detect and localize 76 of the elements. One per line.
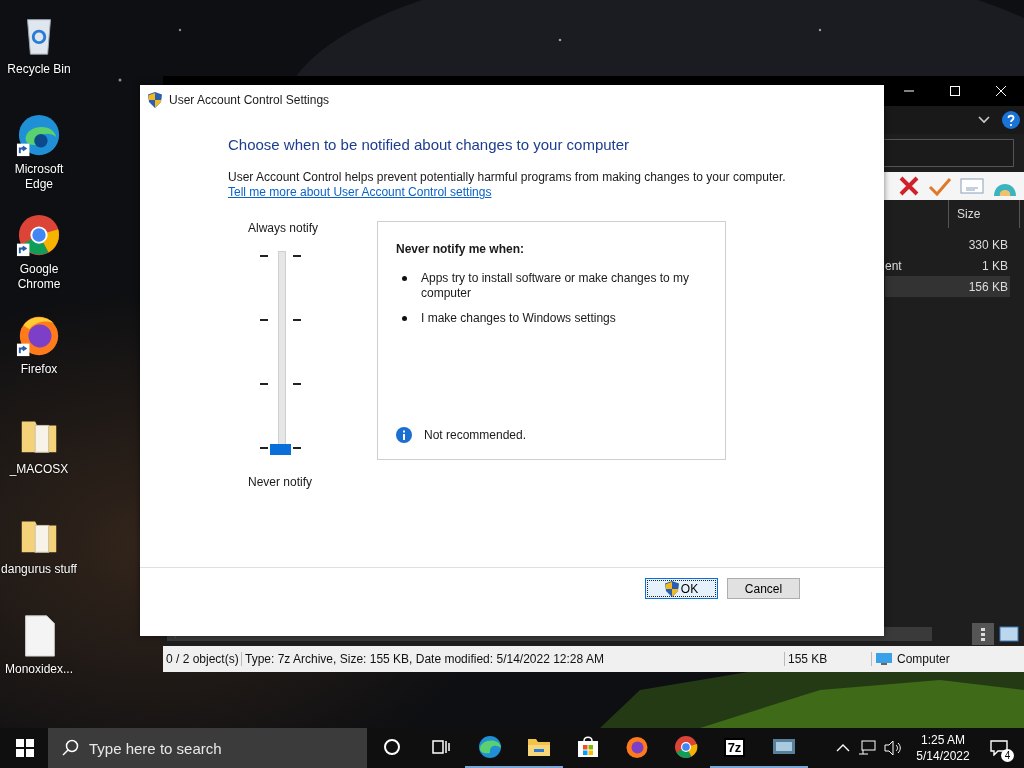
status-text: 155 KB	[784, 652, 871, 666]
tick-mark	[260, 319, 268, 321]
icon-label: Monoxidex...	[3, 662, 74, 677]
store-icon[interactable]	[576, 736, 599, 758]
slider-label: Always notify	[248, 221, 319, 236]
tick-mark	[260, 255, 268, 257]
bullet-text: Apps try to install software or make changes to my computer	[421, 271, 691, 301]
icon-label: Recycle Bin	[6, 62, 72, 77]
help-link[interactable]: Tell me more about User Account Control settings	[228, 185, 492, 199]
bullet-dot	[402, 316, 407, 321]
chevron-icon[interactable]	[978, 116, 990, 124]
sevenzip-taskbar-button[interactable]: 7z	[710, 728, 759, 768]
icon-label: Google Chrome	[16, 262, 62, 292]
computer-icon	[875, 652, 893, 666]
tick-mark	[260, 447, 268, 449]
tick-mark	[293, 383, 301, 385]
notification-badge: 4	[1001, 749, 1014, 762]
search-field[interactable]: Type here to search	[48, 728, 367, 768]
volume-icon[interactable]	[884, 740, 902, 756]
firefox-icon[interactable]	[624, 735, 649, 759]
bullet-text: I make changes to Windows settings	[421, 311, 616, 326]
panel-title: Never notify me when:	[396, 242, 526, 256]
chevron-up-icon[interactable]	[836, 743, 850, 753]
shield-icon	[664, 580, 679, 597]
slider-label: Never notify	[248, 475, 313, 490]
tick-mark	[293, 255, 301, 257]
check-icon[interactable]	[928, 175, 952, 197]
clock[interactable]: 1:25 AM 5/14/2022	[910, 732, 976, 764]
file-row[interactable]: 330 KB	[885, 234, 1010, 255]
time-text: 1:25 AM	[921, 732, 965, 748]
details-view-icon[interactable]	[972, 623, 994, 645]
description: User Account Control helps prevent potentially harmful programs from making changes to your computer.	[228, 170, 787, 185]
maximize-icon[interactable]	[949, 85, 961, 97]
chrome-icon[interactable]	[673, 735, 698, 759]
heading: Choose when to be notified about changes to your computer	[228, 136, 631, 153]
column-header[interactable]: Size	[948, 200, 1020, 228]
start-button[interactable]	[16, 739, 34, 757]
ok-button[interactable]: OK	[645, 578, 718, 599]
picture-view-icon[interactable]	[998, 623, 1020, 645]
note-text: Not recommended.	[424, 428, 527, 442]
bullet-dot	[402, 276, 407, 281]
edge-icon[interactable]	[477, 735, 502, 759]
tick-mark	[293, 447, 301, 449]
icon-label: dangurus stuff	[1, 562, 77, 577]
tick-mark	[293, 319, 301, 321]
task-view-icon[interactable]	[431, 739, 450, 755]
table-cell-text: 330 KB	[968, 237, 1009, 252]
icon-label: Microsoft Edge	[13, 162, 65, 192]
circle-icon[interactable]	[382, 738, 401, 756]
monitor-icon[interactable]	[771, 737, 796, 757]
search-icon	[61, 739, 79, 757]
table-cell-text: 156 KB	[968, 279, 1009, 294]
slider-thumb[interactable]	[270, 444, 291, 455]
help-icon[interactable]	[1002, 111, 1020, 129]
tick-mark	[260, 383, 268, 385]
table-cell-text: 1 KB	[982, 258, 1009, 273]
file-row[interactable]: 156 KB	[885, 276, 1010, 297]
window-title: User Account Control Settings	[169, 93, 330, 107]
icon-label: _MACOSX	[8, 462, 70, 477]
cancel-button[interactable]: Cancel	[727, 578, 800, 599]
delete-icon[interactable]	[898, 175, 920, 197]
status-text: Type: 7z Archive, Size: 155 KB, Date modified: 5/14/2022 12:28 AM	[241, 652, 784, 666]
info-icon	[396, 427, 412, 443]
app-logo[interactable]: 7z	[723, 737, 746, 757]
network-icon[interactable]	[858, 740, 876, 756]
folder-icon[interactable]	[526, 737, 551, 757]
file-row[interactable]: ent 1 KB	[885, 255, 1010, 276]
edge-icon[interactable]	[16, 112, 62, 158]
date-text: 5/14/2022	[916, 748, 970, 764]
close-icon[interactable]	[995, 85, 1007, 97]
shield-icon	[148, 92, 162, 108]
chrome-icon[interactable]	[16, 212, 62, 258]
icon-label: Firefox	[19, 362, 59, 377]
status-text: 0 / 2 object(s)	[165, 652, 240, 666]
status-text: Computer	[897, 652, 950, 666]
table-cell: ent	[885, 258, 902, 273]
